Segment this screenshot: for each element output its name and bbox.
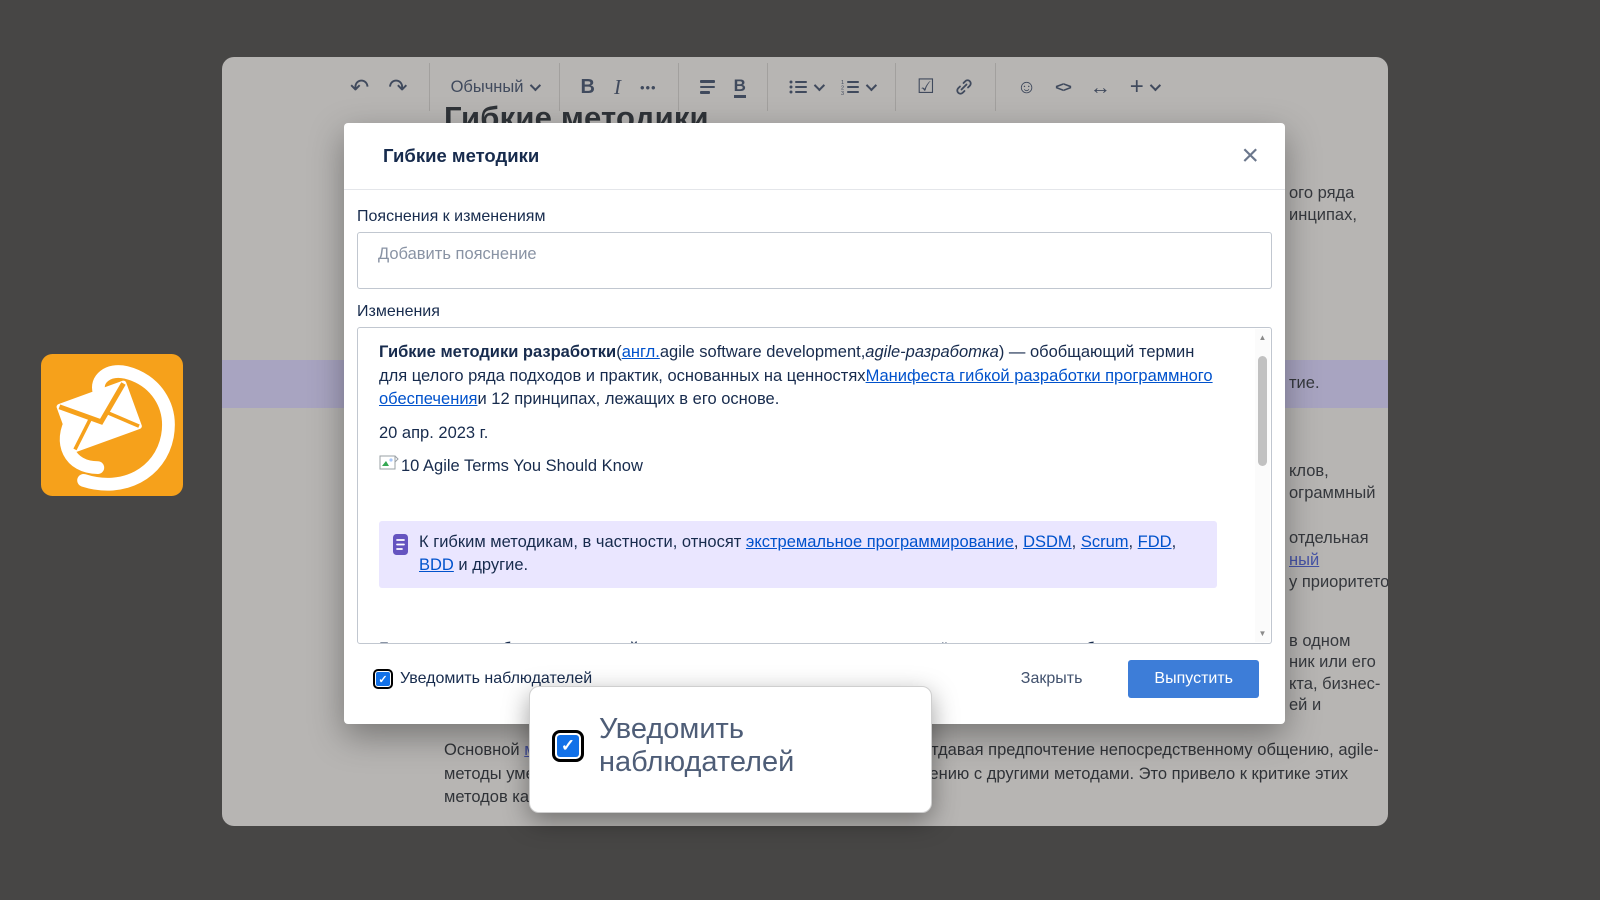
inline-link[interactable]: FDD xyxy=(1138,533,1172,551)
chevron-down-icon xyxy=(814,80,825,91)
background-text-fragment: в одном xyxy=(1289,632,1350,651)
preview-scrollbar[interactable]: ▲ ▼ xyxy=(1255,329,1270,642)
chevron-down-icon xyxy=(1150,80,1161,91)
text-segment: , xyxy=(1072,533,1081,551)
background-text-fragment: ограммный xyxy=(1289,484,1375,503)
inline-link[interactable]: экстремальное программирование xyxy=(746,533,1014,551)
bullet-list-button[interactable] xyxy=(789,79,822,95)
notify-checkbox-magnified[interactable]: ✓ xyxy=(552,730,584,762)
checkmark-icon: ✓ xyxy=(376,672,390,686)
redo-icon[interactable]: ↷ xyxy=(388,76,407,99)
text-segment: , xyxy=(1014,533,1023,551)
info-panel-text: К гибким методикам, в частности, относят… xyxy=(419,531,1201,578)
preview-content: Гибкие методики разработки(англ.agile so… xyxy=(358,328,1271,644)
inline-link[interactable]: BDD xyxy=(419,556,454,574)
plus-icon: + xyxy=(1130,75,1144,99)
broken-image-icon xyxy=(379,455,399,479)
task-checkbox-icon[interactable]: ☑ xyxy=(917,77,935,97)
text-segment: К гибким методикам, в частности, относят xyxy=(419,533,746,551)
text-segment: и 12 принципах, лежащих в его основе. xyxy=(477,390,779,408)
background-text-fragment: ого ряда xyxy=(1289,184,1354,203)
text-segment: Основной xyxy=(444,741,524,759)
desktop: ↶ ↷ Обычный B I ••• B xyxy=(0,0,1600,900)
bold-button[interactable]: B xyxy=(581,77,595,97)
note-icon xyxy=(392,534,409,563)
inline-link[interactable]: DSDM xyxy=(1023,533,1072,551)
background-text-fragment: ей и xyxy=(1289,696,1321,715)
text-style-label: Обычный xyxy=(451,79,524,96)
inline-link[interactable]: англ. xyxy=(622,343,660,361)
text-segment: , xyxy=(1129,533,1138,551)
link-icon[interactable] xyxy=(954,77,974,97)
scroll-up-icon[interactable]: ▲ xyxy=(1259,329,1267,346)
align-icon[interactable] xyxy=(700,80,715,94)
publish-dialog: Гибкие методики × Пояснения к изменениям… xyxy=(344,123,1285,724)
background-text-fragment: кта, бизнес- xyxy=(1289,675,1380,694)
text-style-dropdown[interactable]: Обычный xyxy=(451,79,538,96)
code-icon[interactable]: <> xyxy=(1055,80,1071,95)
scrollbar-track[interactable] xyxy=(1255,346,1270,625)
page-width-icon[interactable]: ↔ xyxy=(1090,77,1111,98)
inline-link[interactable]: Scrum xyxy=(1081,533,1129,551)
background-text-fragment: ный xyxy=(1289,551,1319,570)
info-panel: К гибким методикам, в частности, относят… xyxy=(379,521,1217,588)
preview-date: 20 апр. 2023 г. xyxy=(379,422,1217,446)
italic-button[interactable]: I xyxy=(614,77,621,98)
preview-image-line: 10 Agile Terms You Should Know xyxy=(379,455,1217,479)
clipped-paragraph: Большинство гибких методологий нацелены … xyxy=(379,638,1217,645)
background-text-fragment: инципах, xyxy=(1289,206,1357,225)
image-alt-text: 10 Agile Terms You Should Know xyxy=(401,455,643,479)
toolbar-divider xyxy=(995,63,996,111)
mail-app-logo-icon[interactable] xyxy=(41,354,183,496)
background-text-fragment: тие. xyxy=(1289,374,1320,393)
chevron-down-icon xyxy=(529,80,540,91)
text-segment: Гибкие методики разработки xyxy=(379,343,616,361)
insert-more-button[interactable]: + xyxy=(1130,75,1158,99)
close-button[interactable]: Закрыть xyxy=(1021,670,1083,688)
text-segment: , xyxy=(1172,533,1177,551)
more-formatting-icon[interactable]: ••• xyxy=(640,81,657,94)
numbered-list-button[interactable]: 123 xyxy=(841,79,874,95)
comment-input[interactable] xyxy=(357,232,1272,289)
undo-icon[interactable]: ↶ xyxy=(350,76,369,99)
scrollbar-thumb[interactable] xyxy=(1258,356,1267,466)
toolbar-divider xyxy=(767,63,768,111)
emoji-icon[interactable]: ☺ xyxy=(1017,78,1036,97)
changes-preview: Гибкие методики разработки(англ.agile so… xyxy=(357,327,1272,644)
text-segment: agile-разработка xyxy=(865,343,999,361)
scroll-down-icon[interactable]: ▼ xyxy=(1259,625,1267,642)
close-icon[interactable]: × xyxy=(1241,141,1259,171)
background-text-fragment: клов, xyxy=(1289,462,1329,481)
publish-button[interactable]: Выпустить xyxy=(1128,660,1259,698)
background-text-fragment: у приоритетов xyxy=(1289,573,1388,592)
toolbar-divider xyxy=(895,63,896,111)
chevron-down-icon xyxy=(866,80,877,91)
background-text-fragment: отдельная xyxy=(1289,529,1369,548)
comment-label: Пояснения к изменениям xyxy=(357,208,1272,226)
magnifier-popup: ✓ Уведомить наблюдателей xyxy=(529,686,932,813)
text-segment: agile software development, xyxy=(660,343,865,361)
changes-label: Изменения xyxy=(357,303,1272,321)
background-text-fragment: ник или его xyxy=(1289,653,1376,672)
svg-text:3: 3 xyxy=(841,91,844,95)
text-segment: и другие. xyxy=(454,556,528,574)
notify-label-magnified: Уведомить наблюдателей xyxy=(599,713,931,779)
toolbar-divider xyxy=(429,63,430,111)
dialog-title: Гибкие методики xyxy=(383,145,1241,167)
checkmark-icon: ✓ xyxy=(557,735,579,757)
preview-paragraph: Гибкие методики разработки(англ.agile so… xyxy=(379,341,1217,412)
text-color-icon[interactable]: B xyxy=(734,77,746,98)
dialog-body: Пояснения к изменениям Изменения Гибкие … xyxy=(344,190,1285,699)
notify-checkbox[interactable]: ✓ xyxy=(373,669,393,689)
dialog-header: Гибкие методики × xyxy=(344,123,1285,190)
